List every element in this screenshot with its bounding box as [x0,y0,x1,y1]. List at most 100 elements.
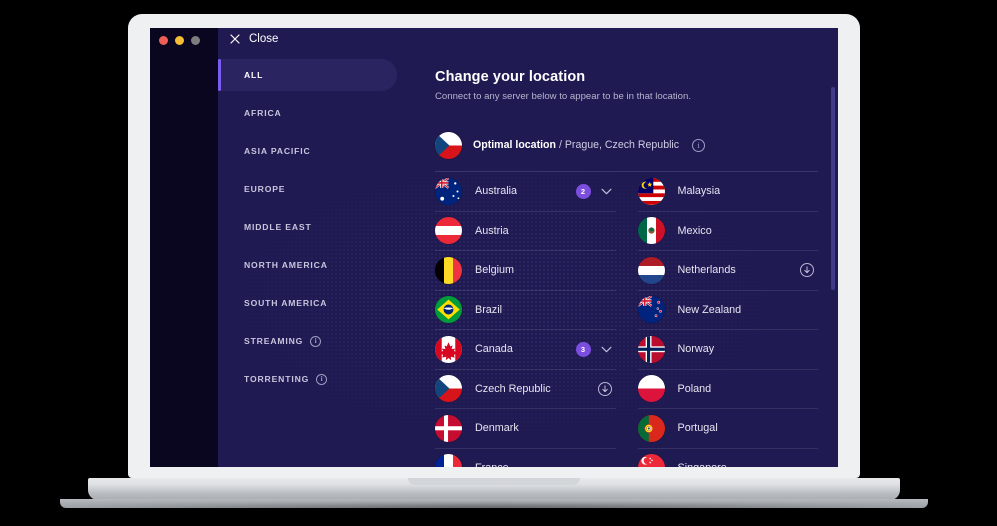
traffic-lights [159,36,200,45]
chevron-down-icon [601,346,611,353]
optimal-separator: / [556,139,565,151]
sidebar-item-label: NORTH AMERICA [244,260,328,270]
server-count-badge: 2 [575,183,591,199]
country-row[interactable]: Mexico [637,212,818,251]
flag-icon-au [435,177,462,205]
country-row[interactable]: Denmark [435,409,616,449]
flag-icon-be [435,256,462,284]
sidebar-item-label: EUROPE [244,184,286,194]
country-grid: Australia 2 Austria Belgium Brazil Canada 3 C… [435,172,818,467]
flag-icon-nz [637,296,665,324]
optimal-location-row[interactable]: Optimal location / Prague, Czech Republi… [435,128,818,162]
sidebar-item-label: ALL [244,70,264,80]
info-icon[interactable]: i [316,373,328,385]
sidebar-item-label: ASIA PACIFIC [244,146,311,156]
content-row: ALL AFRICA ASIA PACIFIC EUROPE MIDDLE EA [218,50,838,467]
country-row[interactable]: Australia 2 [435,172,616,212]
country-column-left: Australia 2 Austria Belgium Brazil Canada 3 C… [435,172,616,467]
scrollbar-thumb[interactable] [831,87,835,290]
top-bar: Close [218,28,838,50]
country-row[interactable]: Poland [637,370,818,409]
country-name: New Zealand [677,303,742,316]
country-name: Denmark [475,422,519,435]
country-name: Netherlands [677,264,736,277]
country-row-actions: 3 [575,341,616,357]
flag-icon-cz [435,131,462,159]
flag-icon-no [637,335,665,363]
optimal-location-detail: Prague, Czech Republic [564,139,680,151]
flag-icon-ca [435,335,462,363]
country-name: France [475,462,509,467]
country-row[interactable]: Singapore [637,449,819,467]
country-row[interactable]: Canada 3 [435,330,616,370]
minimize-window-dot[interactable] [175,36,184,45]
country-name: Mexico [677,224,712,237]
country-row-actions [800,263,818,278]
optimal-location-label: Optimal location [473,139,556,151]
country-row[interactable]: Malaysia [637,172,818,212]
country-name: Poland [677,382,712,395]
country-name: Norway [677,343,715,356]
close-button[interactable]: Close [230,33,278,45]
country-name: Brazil [475,303,502,316]
chevron-down-icon [601,188,611,195]
screenshot-stage: Close ALL AFRICA ASIA PACIFIC EUROPE MID… [0,0,997,526]
flag-icon-dk [435,414,462,442]
country-row[interactable]: Norway [637,330,818,370]
info-icon[interactable]: i [692,138,706,152]
flag-icon-pt [637,414,665,442]
flag-icon-fr [435,454,462,467]
flag-icon-cz [435,375,462,403]
sidebar-item-north-america[interactable]: NORTH AMERICA [218,246,415,284]
locations-panel: Change your location Connect to any serv… [415,50,838,467]
country-row[interactable]: Brazil [435,291,616,330]
close-button-label: Close [249,33,279,45]
download-icon[interactable] [597,381,612,396]
country-row[interactable]: France [435,449,616,467]
country-column-right: Malaysia Mexico Netherlands New Zealand N… [637,172,819,467]
sidebar-item-middle-east[interactable]: MIDDLE EAST [218,208,415,246]
sidebar-item-africa[interactable]: AFRICA [218,94,415,132]
country-name: Canada [475,343,513,356]
country-row[interactable]: Czech Republic [435,370,616,409]
laptop-shadow [40,505,950,519]
country-row-actions [597,381,616,396]
country-name: Czech Republic [475,382,551,395]
download-icon[interactable] [800,263,814,278]
page-title: Change your location [435,69,586,85]
country-name: Austria [475,224,509,237]
country-row[interactable]: Belgium [435,251,616,291]
flag-icon-my [637,177,665,205]
country-row[interactable]: New Zealand [637,291,818,330]
country-name: Belgium [475,264,515,277]
zoom-window-dot[interactable] [191,36,200,45]
flag-icon-at [435,217,462,245]
sidebar-item-label: STREAMING [244,336,304,346]
close-icon [230,34,240,44]
sidebar-item-south-america[interactable]: SOUTH AMERICA [218,284,415,322]
flag-icon-mx [637,217,665,245]
sidebar-item-all[interactable]: ALL [218,56,415,94]
sidebar-item-streaming[interactable]: STREAMING i [218,322,415,360]
flag-icon-br [435,296,462,324]
sidebar-item-label: SOUTH AMERICA [244,298,328,308]
country-row[interactable]: Portugal [637,409,818,449]
page-subtitle: Connect to any server below to appear to… [435,91,691,102]
flag-icon-pl [637,375,665,403]
country-row[interactable]: Austria [435,212,616,251]
laptop-screen: Close ALL AFRICA ASIA PACIFIC EUROPE MID… [150,28,838,467]
country-name: Singapore [678,462,727,467]
vpn-app-window: Close ALL AFRICA ASIA PACIFIC EUROPE MID… [150,28,838,467]
close-window-dot[interactable] [159,36,168,45]
window-left-rail [150,28,218,467]
info-icon[interactable]: i [310,335,322,347]
app-body: Close ALL AFRICA ASIA PACIFIC EUROPE MID… [218,28,838,467]
country-row[interactable]: Netherlands [637,251,818,291]
flag-icon-sg [637,454,665,467]
sidebar-item-label: AFRICA [244,108,282,118]
sidebar-item-europe[interactable]: EUROPE [218,170,415,208]
country-name: Australia [475,185,518,198]
sidebar-item-torrenting[interactable]: TORRENTING i [218,360,415,398]
sidebar-item-asia-pacific[interactable]: ASIA PACIFIC [218,132,415,170]
country-row-actions: 2 [575,183,616,199]
